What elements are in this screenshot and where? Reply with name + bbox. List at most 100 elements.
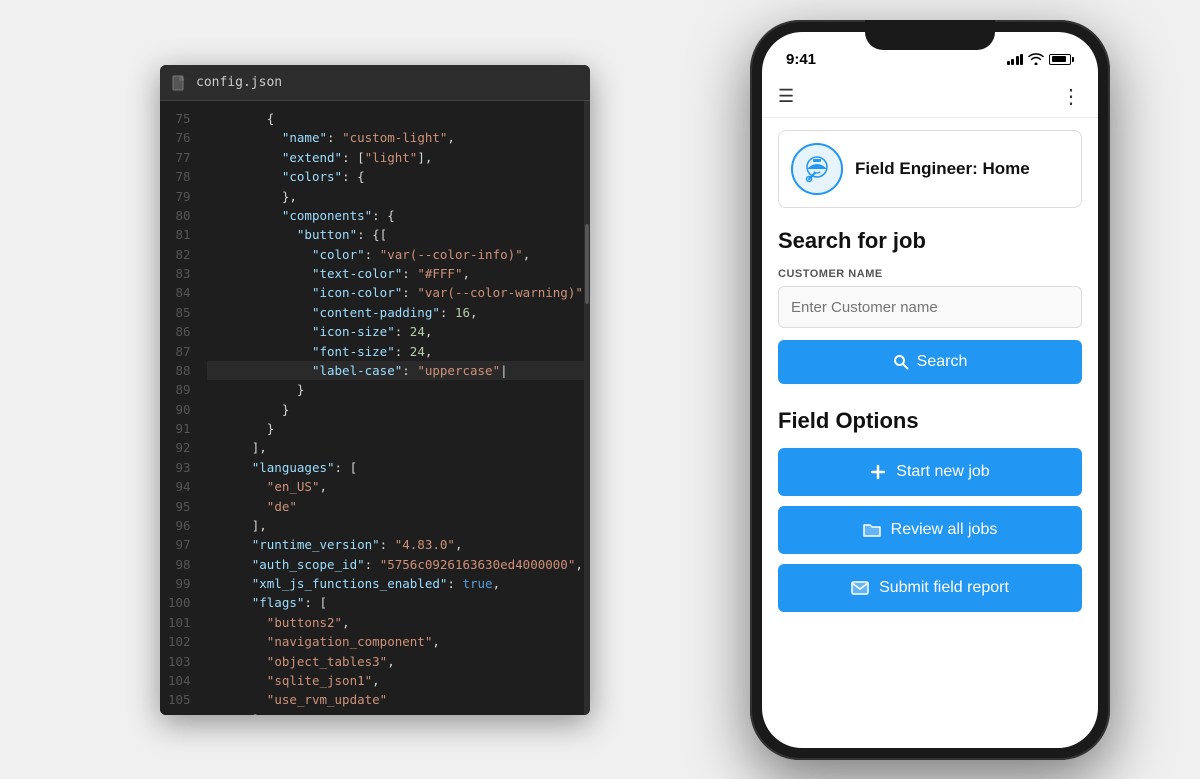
line-number: 89 — [168, 380, 191, 399]
code-line: "components": { — [207, 206, 584, 225]
line-number: 99 — [168, 574, 191, 593]
token: 24 — [410, 344, 425, 359]
token: , — [455, 537, 463, 552]
code-line: { — [207, 109, 584, 128]
token: : — [440, 305, 455, 320]
line-number: 81 — [168, 225, 191, 244]
token: "color" — [312, 247, 365, 262]
more-options-icon[interactable]: ⋮ — [1061, 84, 1082, 109]
token — [207, 673, 267, 688]
field-options-title: Field Options — [778, 408, 1082, 434]
code-content[interactable]: { "name": "custom-light", "extend": ["li… — [203, 101, 584, 715]
token: "de" — [267, 499, 297, 514]
code-line: "content-padding": 16, — [207, 303, 584, 322]
line-number: 92 — [168, 438, 191, 457]
token: "#FFF" — [417, 266, 462, 281]
code-line: "en_US", — [207, 477, 584, 496]
token: , — [447, 130, 455, 145]
scrollbar[interactable] — [584, 101, 590, 715]
token: "name" — [282, 130, 327, 145]
token: "use_rvm_update" — [267, 692, 387, 707]
start-new-job-button[interactable]: Start new job — [778, 448, 1082, 496]
code-line: "font-size": 24, — [207, 342, 584, 361]
search-button[interactable]: Search — [778, 340, 1082, 384]
plus-icon — [870, 464, 886, 480]
token: , — [425, 324, 433, 339]
token: : — [447, 576, 462, 591]
token: : — [395, 344, 410, 359]
token: , — [372, 673, 380, 688]
submit-field-report-button[interactable]: Submit field report — [778, 564, 1082, 612]
signal-bar-3 — [1016, 56, 1019, 65]
token: "var(--color-info)" — [380, 247, 523, 262]
line-number: 102 — [168, 632, 191, 651]
code-line: "object_tables3", — [207, 652, 584, 671]
code-line: "colors": { — [207, 167, 584, 186]
code-line: "extend": ["light"], — [207, 148, 584, 167]
token — [207, 305, 312, 320]
code-line: ], — [207, 516, 584, 535]
token: "content-padding" — [312, 305, 440, 320]
line-number: 77 — [168, 148, 191, 167]
engineer-icon — [799, 151, 835, 187]
editor-titlebar: config.json — [160, 65, 590, 101]
code-line: } — [207, 419, 584, 438]
status-icons — [1007, 53, 1075, 65]
token: , — [575, 557, 583, 572]
code-line: "use_rvm_update" — [207, 690, 584, 709]
scrollbar-thumb[interactable] — [585, 224, 589, 304]
token: : — [402, 363, 417, 378]
code-line: "navigation_component", — [207, 632, 584, 651]
customer-name-input[interactable] — [778, 286, 1082, 328]
token: : — [380, 537, 395, 552]
code-line: "flags": [ — [207, 593, 584, 612]
wifi-icon — [1028, 53, 1044, 65]
token: "font-size" — [312, 344, 395, 359]
line-number: 103 — [168, 652, 191, 671]
line-number: 98 — [168, 555, 191, 574]
token: : — [402, 266, 417, 281]
line-number: 88 — [168, 361, 191, 380]
phone-notch — [865, 20, 995, 50]
code-line: "text-color": "#FFF", — [207, 264, 584, 283]
token: { — [207, 111, 275, 126]
line-number: 86 — [168, 322, 191, 341]
token: : [ — [342, 150, 365, 165]
token: : — [395, 324, 410, 339]
hamburger-menu-icon[interactable]: ☰ — [778, 86, 794, 107]
code-line: "runtime_version": "4.83.0", — [207, 535, 584, 554]
code-editor: config.json 7576777879808182838485868788… — [160, 65, 590, 715]
code-line: "icon-size": 24, — [207, 322, 584, 341]
token: : — [402, 285, 417, 300]
token: : [ — [335, 460, 358, 475]
token: "buttons2" — [267, 615, 342, 630]
line-number: 93 — [168, 458, 191, 477]
token: : — [365, 247, 380, 262]
token: : [ — [304, 595, 327, 610]
line-numbers: 7576777879808182838485868788899091929394… — [160, 101, 203, 715]
token — [207, 150, 282, 165]
token: "auth_scope_id" — [252, 557, 365, 572]
token — [207, 460, 252, 475]
token — [207, 634, 267, 649]
token: "4.83.0" — [395, 537, 455, 552]
token — [207, 595, 252, 610]
signal-bar-2 — [1011, 59, 1014, 65]
review-all-jobs-button[interactable]: Review all jobs — [778, 506, 1082, 554]
token: , — [425, 344, 433, 359]
code-line: "color": "var(--color-info)", — [207, 245, 584, 264]
token: "extend" — [282, 150, 342, 165]
token — [207, 285, 312, 300]
phone-frame: 9:41 — [750, 20, 1110, 760]
token: , — [342, 615, 350, 630]
token — [207, 130, 282, 145]
token — [207, 692, 267, 707]
search-section-title: Search for job — [778, 228, 1082, 254]
token — [207, 324, 312, 339]
token: "runtime_version" — [252, 537, 380, 552]
token — [207, 208, 282, 223]
token: "uppercase" — [417, 363, 500, 378]
token: ], — [207, 440, 267, 455]
token — [207, 576, 252, 591]
engineer-card-title: Field Engineer: Home — [855, 159, 1030, 179]
